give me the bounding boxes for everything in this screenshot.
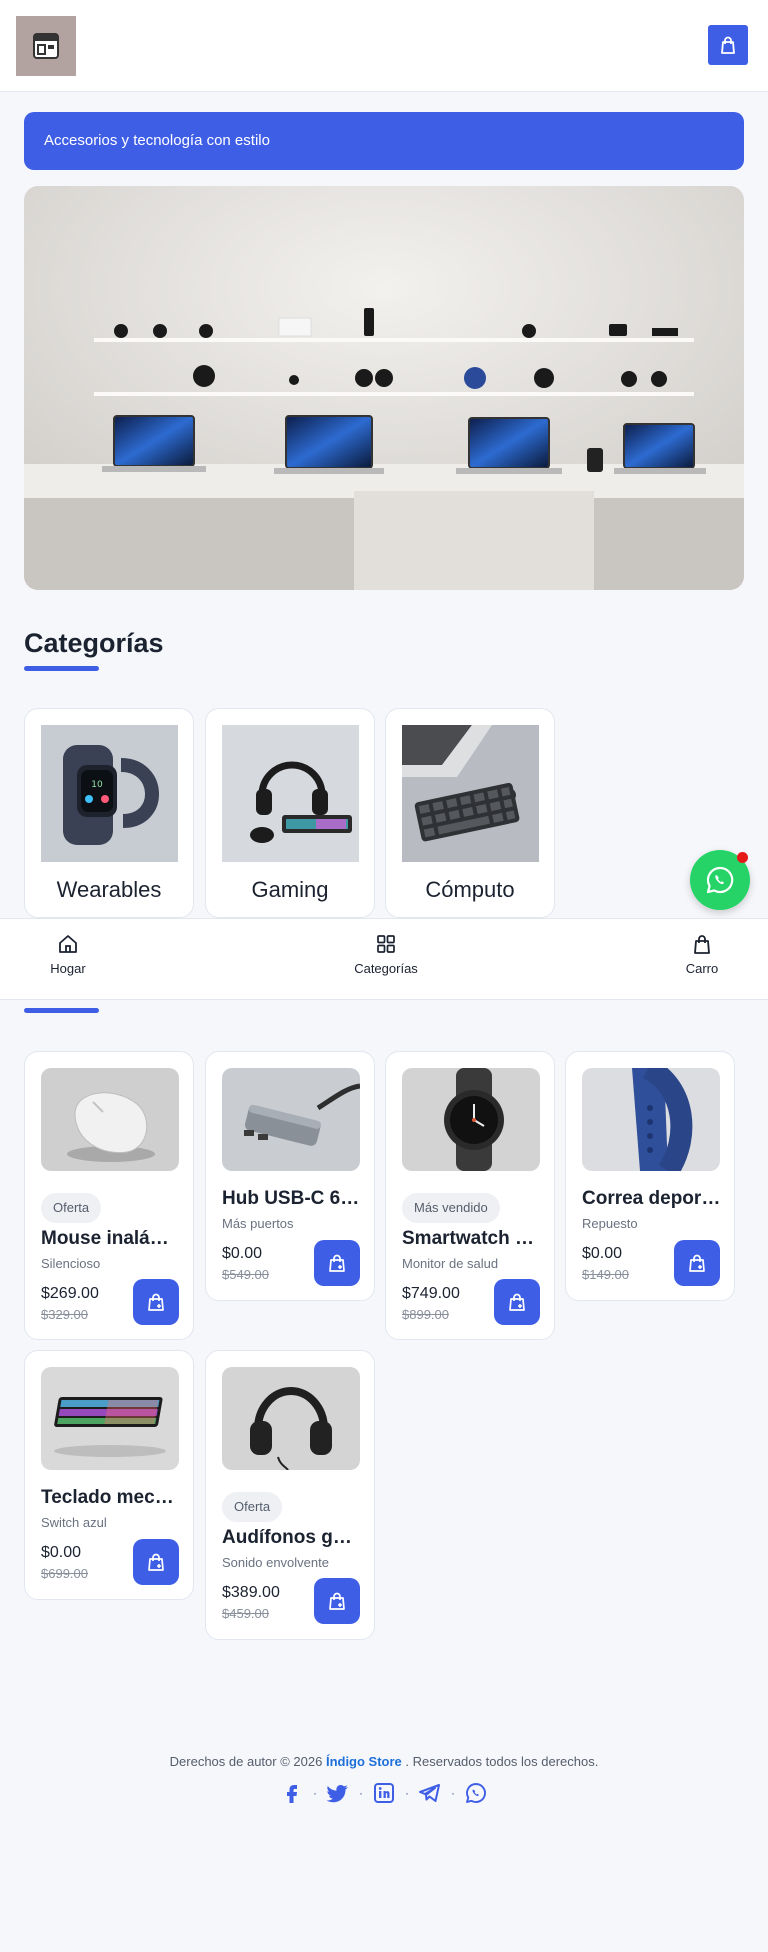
category-card-gaming[interactable]: Gaming xyxy=(205,708,375,918)
product-badge: Oferta xyxy=(41,1193,102,1223)
product-price: $749.00 xyxy=(402,1285,460,1302)
copyright-prefix: Derechos de autor © 2026 xyxy=(169,1754,323,1769)
add-to-cart-button[interactable] xyxy=(674,1240,720,1286)
shopping-bag-icon xyxy=(694,935,710,954)
copyright-text: Derechos de autor © 2026 Índigo Store . … xyxy=(0,1754,768,1769)
product-old-price: $699.00 xyxy=(41,1566,88,1581)
product-old-price: $899.00 xyxy=(402,1307,449,1322)
product-name: Smartwatch clásico xyxy=(402,1228,542,1249)
product-description: Silencioso xyxy=(41,1256,101,1271)
bag-plus-icon xyxy=(329,1254,345,1272)
product-name: Teclado mecánico xyxy=(41,1487,181,1508)
keyboard-image xyxy=(41,1367,179,1470)
product-old-price: $329.00 xyxy=(41,1307,88,1322)
product-price: $389.00 xyxy=(222,1584,280,1601)
product-card[interactable]: Oferta Audífonos gamer Sonido envolvente… xyxy=(205,1350,375,1640)
watch-strap-image xyxy=(582,1068,720,1171)
product-old-price: $549.00 xyxy=(222,1267,269,1282)
banner-text: Accesorios y tecnología con estilo xyxy=(44,132,270,149)
bag-plus-icon xyxy=(689,1254,705,1272)
telegram-icon[interactable] xyxy=(417,1780,443,1806)
add-to-cart-button[interactable] xyxy=(133,1539,179,1585)
title-underline xyxy=(24,666,99,671)
smartwatch-image: 10 xyxy=(41,725,178,862)
nav-item-categorias[interactable]: Categorías xyxy=(346,933,426,976)
nav-label: Carro xyxy=(685,961,719,976)
separator: · xyxy=(313,1786,317,1800)
product-description: Switch azul xyxy=(41,1515,107,1530)
bag-plus-icon xyxy=(148,1553,164,1571)
twitter-icon[interactable] xyxy=(325,1780,351,1806)
facebook-icon[interactable] xyxy=(279,1780,305,1806)
nav-label: Categorías xyxy=(354,961,418,976)
notification-dot xyxy=(737,852,748,863)
product-description: Monitor de salud xyxy=(402,1256,499,1271)
product-old-price: $459.00 xyxy=(222,1606,269,1621)
usb-hub-image xyxy=(222,1068,360,1171)
whatsapp-button[interactable] xyxy=(690,850,750,910)
product-price: $0.00 xyxy=(582,1245,623,1262)
products-title-underline xyxy=(24,1008,99,1013)
product-name: Hub USB-C 6 en 1 xyxy=(222,1188,362,1209)
cart-button[interactable] xyxy=(708,25,748,65)
add-to-cart-button[interactable] xyxy=(133,1279,179,1325)
product-price: $0.00 xyxy=(41,1544,82,1561)
linkedin-icon[interactable] xyxy=(371,1780,397,1806)
nav-item-hogar[interactable]: Hogar xyxy=(44,933,92,976)
product-name: Correa deportiva xyxy=(582,1188,722,1209)
add-to-cart-button[interactable] xyxy=(314,1578,360,1624)
headphones-image xyxy=(222,1367,360,1470)
nav-label: Hogar xyxy=(50,961,86,976)
category-card-computo[interactable]: Cómputo xyxy=(385,708,555,918)
product-description: Sonido envolvente xyxy=(222,1555,329,1570)
category-card-wearables[interactable]: 10 Wearables xyxy=(24,708,194,918)
categories-title: Categorías xyxy=(24,628,164,658)
mouse-image xyxy=(41,1068,179,1171)
hero-image xyxy=(24,186,744,590)
product-card[interactable]: Hub USB-C 6 en 1 Más puertos $0.00 $549.… xyxy=(205,1051,375,1301)
category-label: Gaming xyxy=(251,877,329,902)
product-name: Audífonos gamer xyxy=(222,1527,362,1548)
nav-item-carro[interactable]: Carro xyxy=(680,933,724,976)
whatsapp-icon xyxy=(706,866,734,894)
product-badge: Más vendido xyxy=(402,1193,500,1223)
add-to-cart-button[interactable] xyxy=(314,1240,360,1286)
copyright-suffix: . Reservados todos los derechos. xyxy=(405,1754,599,1769)
separator: · xyxy=(405,1786,409,1800)
shopping-bag-icon xyxy=(721,36,735,54)
svg-text:10: 10 xyxy=(91,780,103,790)
product-card[interactable]: Teclado mecánico Switch azul $0.00 $699.… xyxy=(24,1350,194,1600)
promo-banner: Accesorios y tecnología con estilo xyxy=(24,112,744,170)
grid-icon xyxy=(377,935,395,953)
smartwatch-image xyxy=(402,1068,540,1171)
store-logo-icon[interactable] xyxy=(16,16,76,76)
brand-link[interactable]: Índigo Store xyxy=(326,1754,402,1769)
laptop-keyboard-image xyxy=(402,725,539,862)
product-card[interactable]: Oferta Mouse inalámbrico Silencioso $269… xyxy=(24,1051,194,1340)
social-links: · · · · xyxy=(0,1780,768,1806)
header xyxy=(0,0,768,92)
bag-plus-icon xyxy=(509,1293,525,1311)
home-icon xyxy=(59,935,77,953)
product-old-price: $149.00 xyxy=(582,1267,629,1282)
separator: · xyxy=(359,1786,363,1800)
product-price: $0.00 xyxy=(222,1245,263,1262)
product-price: $269.00 xyxy=(41,1285,99,1302)
headset-image xyxy=(222,725,359,862)
category-label: Cómputo xyxy=(425,877,515,902)
product-description: Más puertos xyxy=(222,1216,294,1231)
product-name: Mouse inalámbrico xyxy=(41,1228,181,1249)
bag-plus-icon xyxy=(148,1293,164,1311)
whatsapp-icon[interactable] xyxy=(463,1780,489,1806)
add-to-cart-button[interactable] xyxy=(494,1279,540,1325)
category-label: Wearables xyxy=(56,877,162,902)
product-badge: Oferta xyxy=(222,1492,283,1522)
bottom-nav: Hogar Categorías Carro xyxy=(0,918,768,1000)
bag-plus-icon xyxy=(329,1592,345,1610)
separator: · xyxy=(451,1786,455,1800)
product-description: Repuesto xyxy=(582,1216,638,1231)
product-card[interactable]: Más vendido Smartwatch clásico Monitor d… xyxy=(385,1051,555,1340)
product-card[interactable]: Correa deportiva Repuesto $0.00 $149.00 xyxy=(565,1051,735,1301)
